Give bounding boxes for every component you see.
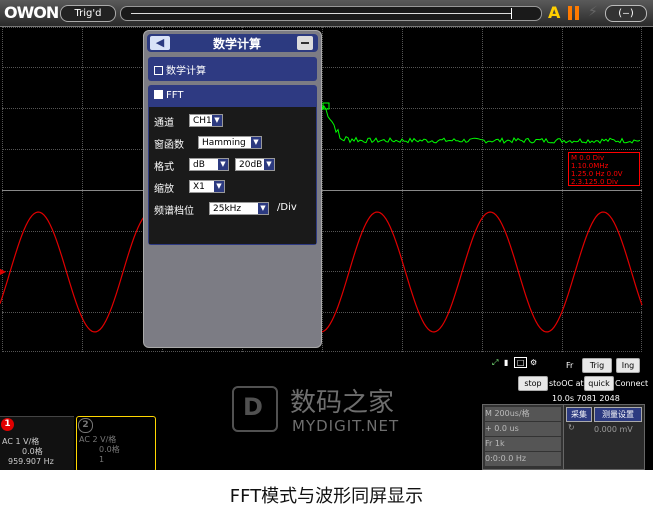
window-select[interactable]: Hamming ▼ [198, 136, 262, 149]
dropdown-arrow-icon: ▼ [251, 137, 261, 148]
dropdown-arrow-icon: ▼ [264, 159, 274, 170]
logo-glyph: D [243, 393, 263, 421]
freq-row: Fr 1k [485, 437, 561, 451]
timebase-panel[interactable]: M 200us/格 + 0.0 us Fr 1k 0:0:0.0 Hz [482, 404, 564, 470]
fft-spectrum-trace [320, 105, 641, 144]
waveform-traces: ▶ [0, 102, 643, 333]
watermark-cn: 数码之家 [290, 388, 395, 418]
zoom-select[interactable]: X1 ▼ [189, 180, 225, 193]
fft-section: FFT 通道 CH1 ▼ 窗函数 Hamming ▼ 格式 dB ▼ 20dB ▼ 缩放… [148, 85, 317, 245]
format-value: dB [193, 160, 205, 170]
gear-icon[interactable]: ⚙ [530, 358, 537, 367]
format-select[interactable]: dB ▼ [189, 158, 229, 171]
ch2-extra: 1 [99, 455, 105, 464]
ing-button[interactable]: Ing [616, 358, 640, 373]
window-value: Hamming [202, 138, 246, 148]
stop-button[interactable]: stop [518, 376, 548, 391]
fr-label: Fr [566, 361, 574, 370]
ch1-frequency: 959.907 Hz [8, 457, 54, 466]
figure-caption: FFT模式与波形同屏显示 [229, 486, 424, 507]
measure-panel: 采集 测量设置 0.000 mV ↻ [563, 404, 645, 470]
fft-readout-box: M 0.0 Div 1.10.0MHz 1.25.0 Hz 0.0V 2.3.1… [568, 152, 640, 186]
window-label: 窗函数 [154, 140, 184, 151]
acquire-button[interactable]: 采集 [566, 407, 592, 422]
ch1-offset: 0.0格 [22, 447, 43, 456]
channel-value: CH1 [193, 116, 212, 126]
math-section[interactable]: 数学计算 [148, 57, 317, 81]
freq-div-label: 频谱档位 [154, 206, 194, 217]
memory-depth-readout: 10.0s 7081 2048 [552, 394, 620, 403]
camera-icon[interactable]: ▮ [504, 358, 508, 367]
dropdown-arrow-icon: ▼ [214, 181, 224, 192]
ch1-level-marker[interactable]: ▶ [0, 267, 7, 276]
zoom-label: 缩放 [154, 184, 174, 195]
freq-div-value: 25kHz [213, 204, 242, 214]
channel-label: 通道 [154, 118, 174, 129]
format-label: 格式 [154, 162, 174, 173]
fft-checkbox[interactable] [154, 90, 163, 99]
mydigit-logo: D [232, 386, 278, 432]
time-offset-row: + 0.0 us [485, 422, 561, 436]
freq-div-select[interactable]: 25kHz ▼ [209, 202, 269, 215]
fft-readout-line: 2.3.125.0 Div [571, 178, 619, 186]
fft-settings-area: 通道 CH1 ▼ 窗函数 Hamming ▼ 格式 dB ▼ 20dB ▼ 缩放 X1 ▼… [149, 107, 316, 244]
fft-readout-line: 1.25.0 Hz 0.0V [571, 170, 623, 178]
stop-at-label: stoOC at [549, 379, 584, 388]
freq-div-unit: /Div [277, 202, 297, 213]
math-section-label: 数学计算 [166, 66, 206, 77]
fft-section-label: FFT [166, 90, 184, 101]
ch2-coupling-scale: AC 2 V/格 [79, 435, 117, 444]
connect-label: Connect [615, 379, 649, 388]
ch2-badge: 2 [78, 418, 93, 433]
db-scale-value: 20dB [239, 160, 263, 170]
oscilloscope-screen: OWON Trig'd A ⚡ (–) ▶ M 0.0 Div 1.10.0MH… [0, 0, 653, 470]
db-scale-select[interactable]: 20dB ▼ [235, 158, 275, 171]
fft-readout-line: 1.10.0MHz [571, 162, 609, 170]
math-fft-menu: ◀ 数学计算 数学计算 FFT 通道 CH1 ▼ 窗函数 Hamming ▼ 格式 … [143, 30, 322, 348]
zoom-value: X1 [193, 182, 205, 192]
math-checkbox[interactable] [154, 66, 163, 75]
channel-probe-icon[interactable]: ⤢ [492, 358, 498, 367]
watermark-en: MYDIGIT.NET [292, 417, 400, 435]
fft-readout-line: M 0.0 Div [571, 154, 605, 162]
channel-select[interactable]: CH1 ▼ [189, 114, 223, 127]
ch1-badge: 1 [1, 418, 14, 431]
ch1-coupling-scale: AC 1 V/格 [2, 437, 40, 446]
ch1-info-panel[interactable]: 1 AC 1 V/格 0.0格 959.907 Hz [0, 416, 74, 470]
back-arrow-icon[interactable]: ◀ [150, 36, 170, 50]
window-icon[interactable]: □ [513, 357, 528, 368]
ch2-info-panel[interactable]: 2 AC 2 V/格 0.0格 1 [76, 416, 156, 470]
ch2-offset: 0.0格 [99, 445, 120, 454]
refresh-icon: ↻ [568, 423, 575, 432]
dropdown-arrow-icon: ▼ [212, 115, 222, 126]
measure-settings-button[interactable]: 测量设置 [594, 407, 642, 422]
dropdown-arrow-icon: ▼ [218, 159, 228, 170]
measure-value: 0.000 mV [594, 425, 633, 434]
quick-button[interactable]: quick [584, 376, 614, 391]
timebase-row: M 200us/格 [485, 407, 561, 421]
trigger-freq-row: 0:0:0.0 Hz [485, 452, 561, 466]
menu-header: ◀ 数学计算 [147, 34, 318, 52]
menu-title: 数学计算 [212, 37, 261, 51]
dropdown-arrow-icon: ▼ [258, 203, 268, 214]
toolbar-icons: ⤢ ▮ □ ⚙ [492, 357, 537, 368]
trig-button[interactable]: Trig [582, 358, 612, 373]
minimize-menu-button[interactable] [297, 36, 313, 50]
